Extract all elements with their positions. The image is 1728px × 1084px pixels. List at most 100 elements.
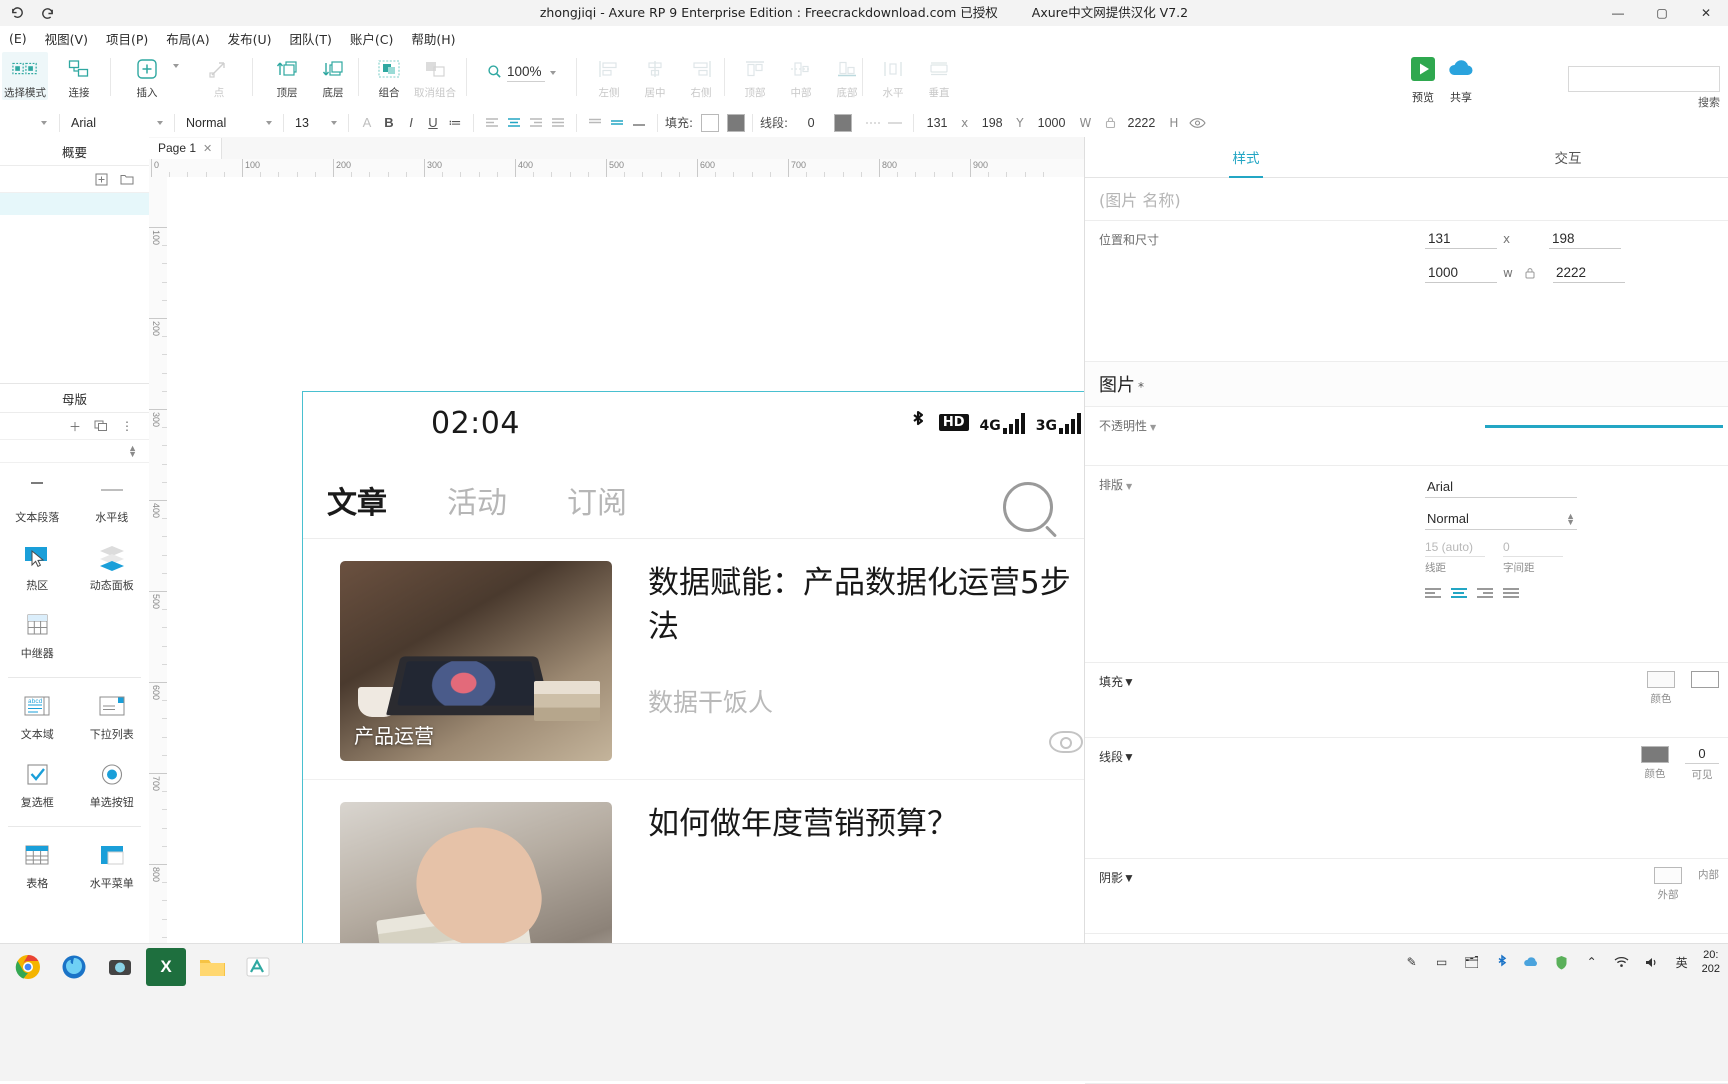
line-arrow-button[interactable] (884, 112, 906, 134)
panel-line-width-value[interactable]: 0 (1685, 746, 1719, 764)
widget-radio[interactable]: 单选按钮 (75, 752, 150, 820)
panel-width-input[interactable]: 1000 (1425, 263, 1497, 283)
opacity-slider[interactable] (1485, 425, 1723, 428)
fill-gradient-swatch[interactable] (727, 113, 746, 132)
menu-view[interactable]: 视图(V) (36, 27, 97, 50)
minimize-button[interactable]: — (1596, 0, 1640, 26)
widget-dynamic-panel[interactable]: 动态面板 (75, 535, 150, 603)
line-height-value[interactable]: 15 (auto) (1425, 540, 1485, 557)
x-icon[interactable]: X (146, 948, 186, 986)
chevron-up-icon[interactable]: ⌃ (1582, 952, 1602, 972)
widget-repeater[interactable]: 中继器 (0, 603, 75, 671)
valign-middle-button[interactable] (606, 112, 628, 134)
align-text-left-button[interactable] (481, 112, 503, 134)
panel-font-weight-select[interactable]: Normal ▲ ▼ (1425, 508, 1577, 530)
ime-icon[interactable]: 英 (1672, 952, 1692, 972)
menu-file[interactable]: (E) (0, 29, 36, 48)
mockup-nav-tab-events[interactable]: 活动 (447, 478, 507, 522)
tool-connect[interactable]: 连接 (56, 52, 102, 100)
line-width-control[interactable]: 0 可见 (1685, 746, 1719, 782)
width-input[interactable]: 1000 (1032, 116, 1072, 130)
widget-horizontal-menu[interactable]: 水平菜单 (75, 833, 150, 901)
italic-button[interactable]: I (400, 112, 422, 134)
zoom-value[interactable]: 100% (507, 64, 545, 82)
add-page-icon[interactable] (93, 171, 109, 187)
shadow-outer-control[interactable]: 外部 (1654, 867, 1682, 902)
mockup-article-card[interactable]: 产品运营 数据赋能：产品数据化运营5步法 数据干饭人 (303, 539, 1084, 780)
outline-tree[interactable] (0, 193, 149, 383)
fill-color-control[interactable]: 颜色 (1647, 671, 1675, 706)
menu-account[interactable]: 账户(C) (341, 27, 402, 50)
monitor-icon[interactable]: ▭ (1432, 952, 1452, 972)
align-text-right-button[interactable] (525, 112, 547, 134)
tab-style[interactable]: 样式 (1085, 137, 1407, 177)
explorer-icon[interactable] (192, 948, 232, 986)
valign-top-button[interactable] (584, 112, 606, 134)
shadow-outer-swatch[interactable] (1654, 867, 1682, 884)
tab-interaction[interactable]: 交互 (1407, 137, 1728, 177)
widget-table[interactable]: 表格 (0, 833, 75, 901)
panel-align-justify-button[interactable] (1503, 585, 1521, 601)
shield-icon[interactable] (1552, 952, 1572, 972)
close-icon[interactable]: ✕ (203, 142, 212, 155)
mockup-nav-tab-articles[interactable]: 文章 (327, 478, 387, 522)
height-input[interactable]: 2222 (1121, 116, 1161, 130)
outline-tree-row-selected[interactable] (0, 193, 149, 215)
plus-icon[interactable]: ＋ (67, 418, 83, 434)
widget-horizontal-line[interactable]: 水平线 (75, 467, 150, 535)
fill-image-control[interactable] (1691, 671, 1719, 688)
widget-dropdown[interactable]: 下拉列表 (75, 684, 150, 752)
panel-font-family-select[interactable]: Arial (1425, 476, 1577, 498)
volume-icon[interactable] (1642, 952, 1662, 972)
tool-group[interactable]: 组合 (366, 52, 412, 100)
font-size-select[interactable]: 13 (291, 112, 341, 134)
panel-align-left-button[interactable] (1425, 585, 1443, 601)
folder-icon[interactable] (119, 171, 135, 187)
tool-send-back[interactable]: 底层 (310, 52, 356, 100)
phone-mockup[interactable]: 02:04 HD 4G 3G 文章 活动 订阅 产品运营 数据赋能：产品数据化运… (302, 391, 1084, 943)
fill-color-swatch[interactable] (1647, 671, 1675, 688)
panel-y-input[interactable]: 198 (1549, 229, 1621, 249)
menu-project[interactable]: 项目(P) (97, 27, 157, 50)
line-color-swatch[interactable] (834, 113, 853, 132)
maximize-button[interactable]: ▢ (1640, 0, 1684, 26)
menu-help[interactable]: 帮助(H) (402, 27, 464, 50)
y-position-input[interactable]: 198 (976, 116, 1008, 130)
menu-team[interactable]: 团队(T) (280, 27, 340, 50)
camera-icon[interactable] (100, 948, 140, 986)
zoom-chevron-down-icon[interactable] (549, 71, 556, 75)
line-width-value[interactable]: 0 (798, 116, 824, 130)
wifi-icon[interactable] (1612, 952, 1632, 972)
page-tab-page1[interactable]: Page 1 ✕ (149, 137, 223, 159)
font-color-button[interactable]: A (356, 112, 378, 134)
bluetooth-tray-icon[interactable] (1492, 952, 1512, 972)
tool-insert[interactable]: 插入 (124, 52, 170, 100)
bold-button[interactable]: B (378, 112, 400, 134)
align-text-center-button[interactable] (503, 112, 525, 134)
tool-bring-front[interactable]: 顶层 (264, 52, 310, 100)
tool-select-mode[interactable]: 选择模式 (2, 52, 48, 100)
line-style-button[interactable] (862, 112, 884, 134)
line-color-control[interactable]: 颜色 (1641, 746, 1669, 781)
lock-icon[interactable] (1523, 266, 1537, 280)
taskbar-clock[interactable]: 20: 202 (1702, 948, 1720, 977)
duplicate-icon[interactable] (93, 418, 109, 434)
cloud-icon[interactable] (1522, 952, 1542, 972)
font-weight-spinner-icon[interactable]: ▲ ▼ (1566, 511, 1575, 526)
line-color-swatch[interactable] (1641, 746, 1669, 763)
insert-chevron-down-icon[interactable] (173, 64, 179, 68)
toolbar-search-input[interactable] (1568, 66, 1720, 92)
eye-icon[interactable] (1186, 112, 1208, 134)
firefox-icon[interactable] (54, 948, 94, 986)
close-button[interactable]: ✕ (1684, 0, 1728, 26)
pen-icon[interactable]: ✎ (1402, 952, 1422, 972)
list-button[interactable]: ≔ (444, 112, 466, 134)
letter-spacing-value[interactable]: 0 (1503, 540, 1563, 557)
widget-name-field[interactable]: (图片 名称) (1085, 178, 1728, 221)
search-icon[interactable] (1003, 482, 1053, 532)
menu-publish[interactable]: 发布(U) (219, 27, 281, 50)
underline-button[interactable]: U (422, 112, 444, 134)
zoom-control[interactable]: 100% (487, 64, 556, 82)
widget-textarea[interactable]: abcd 文本域 (0, 684, 75, 752)
font-weight-select[interactable]: Normal (182, 112, 276, 134)
